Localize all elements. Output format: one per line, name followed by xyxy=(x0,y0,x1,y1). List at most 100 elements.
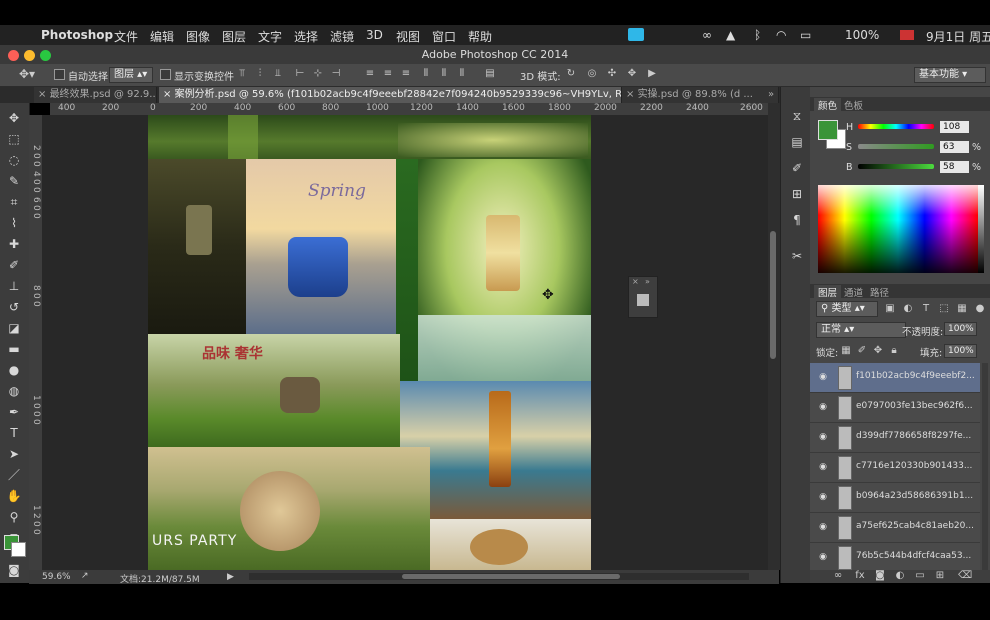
layer-filter-dropdown[interactable]: ⚲ 类型 ▴▾ xyxy=(816,301,878,317)
show-transform-checkbox[interactable] xyxy=(160,69,171,80)
dodge-tool[interactable]: ◍ xyxy=(5,382,23,400)
tabs-overflow-icon[interactable]: » xyxy=(764,87,779,103)
vertical-scroll-thumb[interactable] xyxy=(770,231,776,359)
adjustment-layer-icon[interactable]: ◐ xyxy=(894,570,906,582)
visibility-eye-icon[interactable]: ◉ xyxy=(817,492,829,502)
marquee-tool[interactable]: ⬚ xyxy=(5,130,23,148)
menu-filter[interactable]: 滤镜 xyxy=(330,28,354,45)
h-value[interactable]: 108 xyxy=(940,121,969,133)
zoom-tool[interactable]: ⚲ xyxy=(5,508,23,526)
layer-style-icon[interactable]: fx xyxy=(854,570,866,582)
hand-tool[interactable]: ✋ xyxy=(5,487,23,505)
status-menu-icon[interactable]: ▶ xyxy=(227,572,234,582)
spectrum-gray-bar[interactable] xyxy=(978,185,984,273)
distribute-hcenter-icon[interactable]: ⦀ xyxy=(438,68,450,80)
layer-row[interactable]: ◉ e0797003fe13bec962f6... xyxy=(810,393,980,423)
menu-layer[interactable]: 图层 xyxy=(222,28,246,45)
opacity-value[interactable]: 100% xyxy=(944,322,977,336)
tab-paths[interactable]: 路径 xyxy=(866,285,893,299)
crop-tool[interactable]: ⌗ xyxy=(5,193,23,211)
distribute-bottom-icon[interactable]: ≡ xyxy=(400,68,412,80)
visibility-eye-icon[interactable]: ◉ xyxy=(817,522,829,532)
visibility-eye-icon[interactable]: ◉ xyxy=(817,552,829,562)
tab-practice[interactable]: × 实操.psd @ 89.8% (d ... xyxy=(622,87,767,103)
3d-rotate-icon[interactable]: ↻ xyxy=(565,68,577,80)
quick-select-tool[interactable]: ✎ xyxy=(5,172,23,190)
align-left-icon[interactable]: ⊢ xyxy=(294,68,306,80)
floating-expand-icon[interactable]: » xyxy=(645,277,650,286)
brush-panel-icon[interactable]: ✐ xyxy=(788,159,806,177)
new-group-icon[interactable]: ▭ xyxy=(914,570,926,582)
tab-final-result[interactable]: × 最终效果.psd @ 92.9... xyxy=(34,87,157,103)
menu-type[interactable]: 文字 xyxy=(258,28,282,45)
blur-tool[interactable]: ● xyxy=(5,361,23,379)
screen-record-icon[interactable] xyxy=(628,28,644,41)
horizontal-scroll-thumb[interactable] xyxy=(402,574,620,579)
b-value[interactable]: 58 xyxy=(940,161,969,173)
menu-view[interactable]: 视图 xyxy=(396,28,420,45)
lock-position-icon[interactable]: ✥ xyxy=(872,345,884,357)
distribute-vcenter-icon[interactable]: ≡ xyxy=(382,68,394,80)
filter-adjust-icon[interactable]: ◐ xyxy=(902,303,914,315)
3d-slide-icon[interactable]: ✥ xyxy=(626,68,638,80)
auto-select-dropdown[interactable]: 图层 ▴▾ xyxy=(109,67,153,83)
drive-icon[interactable]: ▲ xyxy=(726,28,735,42)
menu-image[interactable]: 图像 xyxy=(186,28,210,45)
fg-swatch-top[interactable] xyxy=(818,120,838,140)
quick-mask-icon[interactable]: ◙ xyxy=(5,561,23,579)
lock-transparent-icon[interactable]: ▦ xyxy=(840,345,852,357)
adjust-panel-icon[interactable]: ⊞ xyxy=(788,185,806,203)
layer-row[interactable]: ◉ a75ef625cab4c81aeb20... xyxy=(810,513,980,543)
auto-select-checkbox[interactable] xyxy=(54,69,65,80)
export-icon[interactable]: ↗ xyxy=(81,571,89,581)
menu-3d[interactable]: 3D xyxy=(366,28,383,42)
tab-swatches[interactable]: 色板 xyxy=(840,98,867,112)
align-hcenter-icon[interactable]: ⊹ xyxy=(312,68,324,80)
layer-row[interactable]: ◉ f101b02acb9c4f9eeebf2... xyxy=(810,363,980,393)
b-slider[interactable] xyxy=(858,164,934,169)
flag-icon[interactable] xyxy=(900,30,914,40)
eyedropper-tool[interactable]: ⌇ xyxy=(5,214,23,232)
lasso-tool[interactable]: ◌ xyxy=(5,151,23,169)
pen-tool[interactable]: ✒ xyxy=(5,403,23,421)
document-canvas[interactable]: Spring 品味 奢华 URS PARTY ✥ xyxy=(148,115,591,570)
3d-drag-icon[interactable]: ✣ xyxy=(606,68,618,80)
new-layer-icon[interactable]: ⊞ xyxy=(934,570,946,582)
tab-case-analysis[interactable]: × 案例分析.psd @ 59.6% (f101b02acb9c4f9eeebf… xyxy=(159,87,622,103)
type-tool[interactable]: T xyxy=(5,424,23,442)
path-select-tool[interactable]: ➤ xyxy=(5,445,23,463)
fill-value[interactable]: 100% xyxy=(944,344,977,358)
filter-pixel-icon[interactable]: ▣ xyxy=(884,303,896,315)
filter-type-icon[interactable]: T xyxy=(920,303,932,315)
blend-mode-dropdown[interactable]: 正常 ▴▾ xyxy=(816,322,906,338)
visibility-eye-icon[interactable]: ◉ xyxy=(817,432,829,442)
layers-scrollbar[interactable] xyxy=(982,363,988,573)
tab-color[interactable]: 颜色 xyxy=(814,98,842,112)
vertical-scrollbar[interactable] xyxy=(768,103,780,570)
align-top-icon[interactable]: ⫪ xyxy=(236,68,248,80)
3d-object-icon[interactable] xyxy=(637,294,649,306)
menu-window[interactable]: 窗口 xyxy=(432,28,456,45)
background-color-swatch[interactable] xyxy=(11,542,26,557)
menu-edit[interactable]: 编辑 xyxy=(150,28,174,45)
align-right-icon[interactable]: ⊣ xyxy=(330,68,342,80)
history-brush-tool[interactable]: ↺ xyxy=(5,298,23,316)
healing-brush-tool[interactable]: ✚ xyxy=(5,235,23,253)
distribute-right-icon[interactable]: ⦀ xyxy=(456,68,468,80)
layer-row[interactable]: ◉ b0964a23d58686391b1... xyxy=(810,483,980,513)
creative-cloud-icon[interactable]: ∞ xyxy=(702,28,712,42)
airplay-icon[interactable]: ▭ xyxy=(800,28,811,42)
clone-stamp-tool[interactable]: ⊥ xyxy=(5,277,23,295)
properties-panel-icon[interactable]: ▤ xyxy=(788,133,806,151)
gradient-tool[interactable]: ▬ xyxy=(5,340,23,358)
align-bottom-icon[interactable]: ⫫ xyxy=(272,68,284,80)
eraser-tool[interactable]: ◪ xyxy=(5,319,23,337)
menu-file[interactable]: 文件 xyxy=(114,28,138,45)
lock-pixels-icon[interactable]: ✐ xyxy=(856,345,868,357)
layer-row[interactable]: ◉ c7716e120330b901433... xyxy=(810,453,980,483)
add-mask-icon[interactable]: ◙ xyxy=(874,570,886,582)
bluetooth-icon[interactable]: ᛒ xyxy=(754,28,761,42)
char-panel-icon[interactable]: ¶ xyxy=(788,211,806,229)
3d-scale-icon[interactable]: ▶ xyxy=(646,68,658,80)
delete-layer-icon[interactable]: ⌫ xyxy=(958,570,972,582)
